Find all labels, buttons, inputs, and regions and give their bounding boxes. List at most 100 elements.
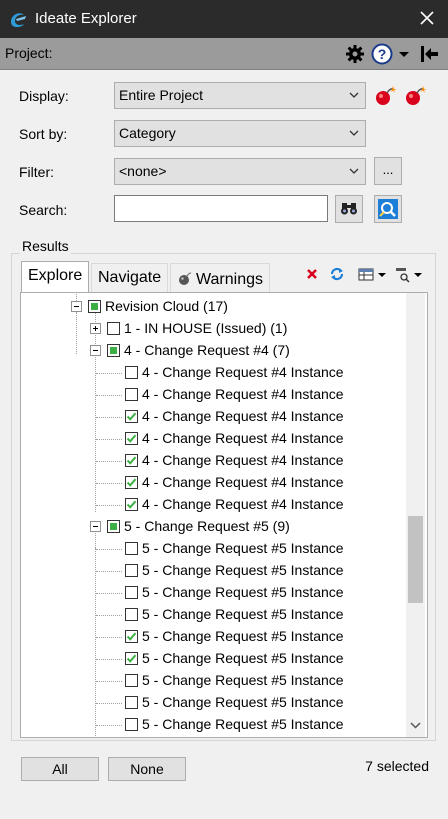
tree-item-label: 4 - Change Request #4 Instance: [142, 364, 344, 380]
tree-item-label: 4 - Change Request #4 Instance: [142, 474, 344, 490]
tree-checkbox[interactable]: [125, 542, 138, 555]
select-all-button[interactable]: All: [21, 757, 99, 781]
tree-checkbox[interactable]: [125, 630, 138, 643]
tree-item-label: 4 - Change Request #4 Instance: [142, 430, 344, 446]
svg-text:?: ?: [378, 46, 387, 62]
tree-item-label: 1 - IN HOUSE (Issued) (1): [124, 320, 288, 336]
filter-label: Filter:: [19, 164, 54, 180]
tree-item-label: 5 - Change Request #5 Instance: [142, 650, 344, 666]
tree-connector-line: [96, 505, 122, 506]
tree-checkbox[interactable]: [125, 608, 138, 621]
tree-item-label: 4 - Change Request #4 Instance: [142, 452, 344, 468]
filter-select[interactable]: <none>: [114, 158, 366, 185]
tree-checkbox[interactable]: [125, 432, 138, 445]
binoculars-icon: [341, 203, 357, 215]
ideate-logo-icon: [11, 13, 26, 28]
tree-connector-line: [96, 571, 122, 572]
project-label: Project:: [5, 45, 53, 61]
search-label: Search:: [19, 202, 68, 218]
tree-connector-line: [96, 659, 122, 660]
tree-item-label: 5 - Change Request #5 Instance: [142, 694, 344, 710]
collapse-icon[interactable]: [71, 301, 82, 312]
tree-connector-line: [96, 461, 122, 462]
tree-checkbox[interactable]: [125, 586, 138, 599]
display-label: Display:: [19, 88, 69, 104]
tree-scrollbar[interactable]: [406, 293, 425, 737]
collapse-icon[interactable]: [90, 345, 101, 356]
display-select[interactable]: Entire Project: [114, 82, 366, 109]
collapse-icon[interactable]: [90, 521, 101, 532]
tree-connector-line: [96, 725, 122, 726]
scrollbar-thumb[interactable]: [408, 516, 423, 603]
tree-item-label: 5 - Change Request #5 Instance: [142, 584, 344, 600]
tree-checkbox[interactable]: [125, 652, 138, 665]
tree-checkbox[interactable]: [125, 718, 138, 731]
select-none-button[interactable]: None: [108, 757, 186, 781]
tree-checkbox[interactable]: [125, 674, 138, 687]
binoculars-button[interactable]: [335, 195, 363, 223]
zoom-to-icon: [378, 199, 398, 219]
tree-connector-line: [96, 373, 122, 374]
tree-checkbox[interactable]: [107, 322, 120, 335]
close-icon[interactable]: [416, 7, 438, 29]
tree-checkbox[interactable]: [107, 520, 120, 533]
tree-item-label: 4 - Change Request #4 Instance: [142, 496, 344, 512]
tree-connector-line: [96, 593, 122, 594]
tree-checkbox[interactable]: [125, 454, 138, 467]
tree-connector-line: [96, 703, 122, 704]
bomb-icon[interactable]: [403, 84, 427, 108]
tree-checkbox[interactable]: [107, 344, 120, 357]
tree-item-label: Revision Cloud (17): [105, 298, 228, 314]
selection-status: 7 selected: [365, 758, 429, 774]
dock-collapse-icon[interactable]: [419, 43, 441, 65]
sort-value: Category: [119, 125, 176, 141]
tree-item-label: 5 - Change Request #5 (9): [124, 518, 290, 534]
results-label: Results: [20, 238, 71, 254]
tab-navigate-label: Navigate: [98, 269, 162, 286]
sort-label: Sort by:: [19, 126, 68, 142]
project-bar: Project: ?: [0, 38, 448, 70]
expand-icon[interactable]: [90, 323, 101, 334]
tab-warnings-label: Warnings: [196, 271, 263, 288]
red-x-icon[interactable]: [305, 265, 319, 283]
tab-warnings[interactable]: Warnings: [170, 263, 270, 293]
zoom-to-button[interactable]: [374, 195, 402, 223]
tree-item-label: 5 - Change Request #5 Instance: [142, 628, 344, 644]
tree-checkbox[interactable]: [125, 696, 138, 709]
tree-item-label: 4 - Change Request #4 Instance: [142, 386, 344, 402]
bomb-icon: [179, 272, 192, 285]
tree-connector-line: [95, 548, 96, 737]
tree-connector-line: [96, 439, 122, 440]
help-icon[interactable]: ?: [371, 43, 393, 65]
tree-checkbox[interactable]: [125, 410, 138, 423]
refresh-icon[interactable]: [328, 265, 346, 283]
display-value: Entire Project: [119, 87, 204, 103]
results-tree[interactable]: Revision Cloud (17) 1 - IN HOUSE (Issued)…: [20, 292, 428, 738]
tree-item-label: 5 - Change Request #5 Instance: [142, 606, 344, 622]
tree-checkbox[interactable]: [125, 564, 138, 577]
chevron-down-icon[interactable]: [410, 721, 421, 729]
tree-checkbox[interactable]: [125, 476, 138, 489]
title-bar: Ideate Explorer: [0, 0, 448, 38]
sort-select[interactable]: Category: [114, 120, 366, 147]
tree-connector-line: [96, 483, 122, 484]
tree-item-label: 4 - Change Request #4 (7): [124, 342, 290, 358]
gear-icon[interactable]: [345, 43, 365, 65]
tree-item-label: 5 - Change Request #5 Instance: [142, 540, 344, 556]
tree-checkbox[interactable]: [125, 388, 138, 401]
chevron-down-icon[interactable]: [398, 43, 410, 65]
bomb-icon[interactable]: [373, 84, 397, 108]
tree-item-label: 5 - Change Request #5 Instance: [142, 562, 344, 578]
columns-icon[interactable]: [357, 265, 387, 283]
find-options-icon[interactable]: [394, 265, 424, 283]
tree-checkbox[interactable]: [88, 300, 101, 313]
tree-checkbox[interactable]: [125, 366, 138, 379]
chevron-down-icon: [349, 130, 359, 136]
tree-item-label: 4 - Change Request #4 Instance: [142, 408, 344, 424]
filter-more-button[interactable]: ...: [374, 157, 402, 185]
tab-explore[interactable]: Explore: [21, 261, 90, 293]
tree-connector-line: [96, 417, 122, 418]
search-input[interactable]: [114, 195, 328, 222]
tree-checkbox[interactable]: [125, 498, 138, 511]
tab-navigate[interactable]: Navigate: [91, 263, 169, 293]
